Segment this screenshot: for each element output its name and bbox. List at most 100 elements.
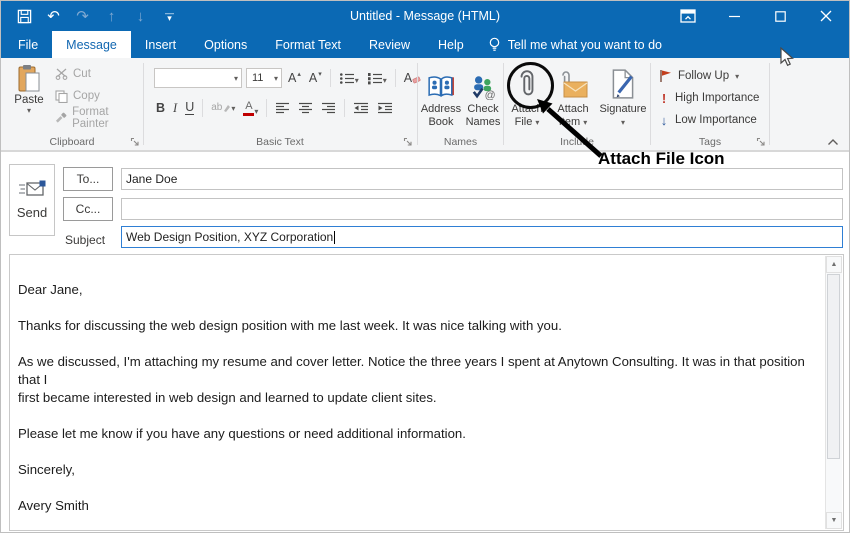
tags-dialog-launcher-icon[interactable]: [756, 137, 766, 147]
customize-qat-icon[interactable]: — ▾: [160, 6, 179, 26]
align-right-button[interactable]: [319, 102, 338, 114]
group-names: Address Book @ Check Names Names: [418, 58, 503, 150]
align-left-button[interactable]: [273, 102, 292, 114]
high-importance-button[interactable]: ! High Importance: [651, 87, 769, 109]
numbering-button[interactable]: ▾: [365, 72, 389, 85]
increase-indent-button[interactable]: [375, 102, 395, 114]
paste-label: Paste: [14, 94, 44, 106]
low-importance-icon: ↓: [660, 112, 668, 128]
body-greeting: Dear Jane,: [18, 282, 83, 297]
tab-help[interactable]: Help: [424, 31, 478, 58]
message-body[interactable]: Dear Jane, Thanks for discussing the web…: [9, 254, 844, 531]
svg-text:@: @: [485, 89, 496, 100]
scrollbar-thumb[interactable]: [827, 274, 840, 459]
names-group-label: Names: [443, 136, 478, 148]
body-closing: Sincerely,: [18, 462, 75, 477]
bullet-list-icon: [339, 72, 354, 84]
format-painter-icon: [55, 112, 67, 123]
close-icon[interactable]: [803, 1, 849, 31]
highlighter-pen-icon: [224, 105, 231, 112]
font-size-select[interactable]: 11 ▾: [246, 68, 282, 88]
subject-input[interactable]: Web Design Position, XYZ Corporation: [121, 226, 843, 248]
align-center-button[interactable]: [296, 102, 315, 114]
annotation-label: Attach File Icon: [598, 149, 725, 168]
basic-text-dialog-launcher-icon[interactable]: [403, 137, 413, 147]
move-up-icon: ↑: [107, 7, 116, 25]
font-color-button[interactable]: A ▾: [241, 100, 260, 116]
minimize-icon[interactable]: [711, 1, 757, 31]
tab-message[interactable]: Message: [52, 31, 131, 58]
maximize-icon[interactable]: [757, 1, 803, 31]
collapse-ribbon-icon[interactable]: [827, 138, 839, 146]
font-size-value: 11: [252, 72, 264, 84]
underline-button[interactable]: U: [183, 101, 196, 115]
mouse-cursor: [780, 47, 794, 67]
quick-access-toolbar: ↶ ↷ ↑ ↓ — ▾: [15, 1, 179, 31]
ribbon-tab-row: File Message Insert Options Format Text …: [1, 31, 849, 58]
body-paragraph-1: Thanks for discussing the web design pos…: [18, 318, 562, 333]
clipboard-dialog-launcher-icon[interactable]: [130, 137, 140, 147]
shrink-font-button[interactable]: A ▾: [307, 71, 324, 85]
save-icon[interactable]: [15, 6, 34, 26]
paste-button[interactable]: Paste ▾: [9, 64, 49, 115]
tab-options[interactable]: Options: [190, 31, 261, 58]
tab-file[interactable]: File: [4, 31, 52, 58]
scrollbar[interactable]: ▲ ▼: [825, 256, 842, 529]
move-down-icon: ↓: [136, 7, 145, 25]
cc-input[interactable]: [121, 198, 843, 220]
check-names-button[interactable]: @ Check Names: [462, 64, 504, 129]
copy-icon: [55, 89, 68, 103]
window-controls: [665, 1, 849, 31]
send-button[interactable]: Send: [9, 164, 55, 236]
align-left-icon: [276, 102, 290, 114]
italic-button[interactable]: I: [171, 102, 179, 115]
tell-me-box[interactable]: Tell me what you want to do: [488, 31, 662, 58]
cut-button: Cut: [53, 63, 143, 85]
tab-review[interactable]: Review: [355, 31, 424, 58]
ribbon-display-options-icon[interactable]: [665, 1, 711, 31]
format-painter-button: Format Painter: [53, 106, 143, 130]
redo-icon: ↷: [76, 7, 89, 25]
font-name-select[interactable]: ▾: [154, 68, 242, 88]
low-importance-button[interactable]: ↓ Low Importance: [651, 109, 769, 131]
scroll-down-icon[interactable]: ▼: [826, 512, 842, 529]
tags-group-label: Tags: [698, 136, 722, 148]
decrease-indent-button[interactable]: [351, 102, 371, 114]
address-book-button[interactable]: Address Book: [420, 64, 462, 129]
group-basic-text: ▾ 11 ▾ A ▴ A ▾ ▾ ▾ A B I U ab ▾ A ▾ Basi…: [144, 58, 421, 150]
bold-button[interactable]: B: [154, 102, 167, 115]
lightbulb-icon: [489, 37, 500, 51]
font-color-swatch: [243, 112, 255, 116]
align-right-icon: [322, 102, 336, 114]
follow-up-button[interactable]: Follow Up ▾: [651, 65, 769, 87]
grow-font-button[interactable]: A ▴: [286, 71, 303, 85]
body-signature: Avery Smith: [18, 498, 89, 513]
align-center-icon: [299, 102, 313, 114]
copy-button: Copy: [53, 85, 143, 107]
text-caret: [334, 230, 336, 244]
outlook-message-window: Untitled - Message (HTML) ↶ ↷ ↑ ↓ — ▾ Fi…: [0, 0, 850, 533]
to-button[interactable]: To...: [63, 167, 113, 191]
scroll-up-icon[interactable]: ▲: [826, 256, 842, 273]
cc-button[interactable]: Cc...: [63, 197, 113, 221]
tell-me-label: Tell me what you want to do: [507, 37, 662, 52]
high-importance-icon: !: [661, 90, 667, 106]
check-names-icon: @: [472, 76, 496, 100]
body-paragraph-2: As we discussed, I'm attaching my resume…: [18, 354, 805, 405]
tab-insert[interactable]: Insert: [131, 31, 190, 58]
paste-icon: [18, 65, 40, 92]
undo-icon[interactable]: ↶: [44, 6, 63, 26]
signature-icon: [612, 69, 634, 99]
to-input[interactable]: [121, 168, 843, 190]
bullets-button[interactable]: ▾: [337, 72, 361, 85]
title-bar: Untitled - Message (HTML) ↶ ↷ ↑ ↓ — ▾: [1, 1, 849, 31]
body-paragraph-3: Please let me know if you have any quest…: [18, 426, 466, 441]
send-label: Send: [16, 205, 48, 220]
subject-label: Subject: [65, 233, 106, 247]
ribbon: Paste ▾ Cut Copy Format Painter Clipboar…: [1, 58, 849, 151]
message-body-text: Dear Jane, Thanks for discussing the web…: [18, 281, 817, 532]
tab-format-text[interactable]: Format Text: [261, 31, 355, 58]
flag-icon: [660, 70, 671, 82]
group-tags: Follow Up ▾ ! High Importance ↓ Low Impo…: [651, 58, 769, 150]
basic-text-group-label: Basic Text: [256, 136, 304, 148]
